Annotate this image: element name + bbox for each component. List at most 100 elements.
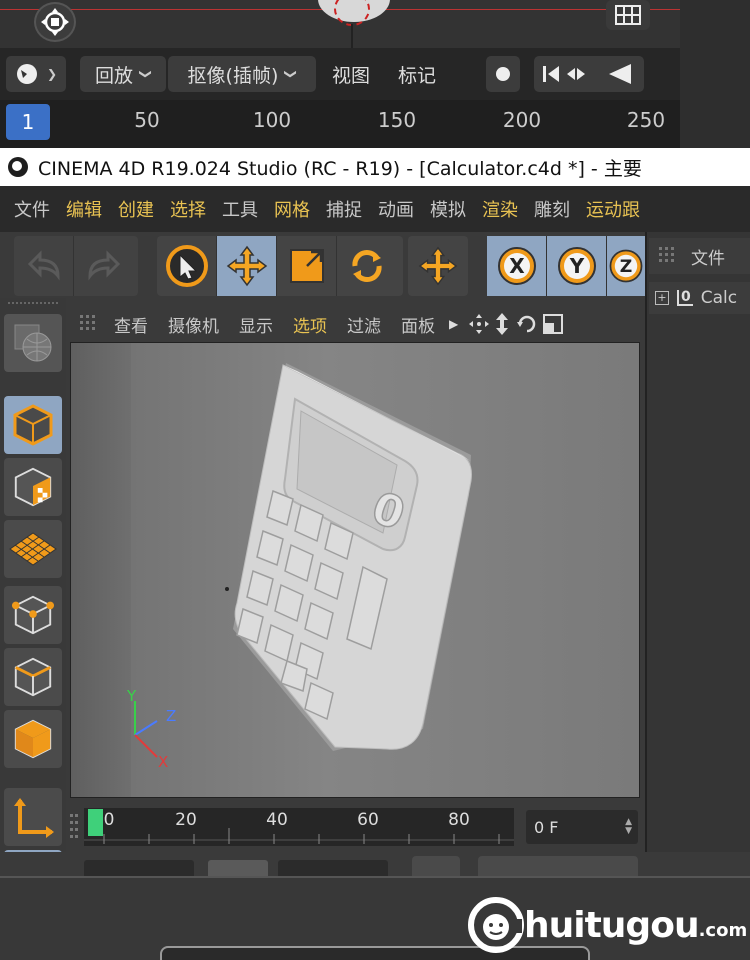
polygons-cube-icon bbox=[14, 719, 52, 759]
z-axis-icon: Z bbox=[609, 249, 643, 283]
chevron-down-icon: ❯ bbox=[139, 68, 153, 80]
keying-menu[interactable]: 抠像(插帧) ❯ bbox=[168, 56, 316, 92]
undo-icon bbox=[27, 250, 60, 281]
texture-mode-button[interactable] bbox=[4, 458, 62, 516]
calculator-model[interactable]: 0 Y Z X bbox=[71, 343, 640, 798]
navigation-gizmo-icon[interactable] bbox=[34, 2, 76, 42]
prev-key-icon bbox=[567, 68, 586, 80]
markers-menu[interactable]: 标记 bbox=[398, 61, 436, 88]
menu-snap[interactable]: 捕捉 bbox=[326, 196, 362, 222]
selection-cursor-icon bbox=[165, 245, 208, 287]
menu-animate[interactable]: 动画 bbox=[378, 196, 414, 222]
edges-mode-button[interactable] bbox=[4, 648, 62, 706]
viewport-menu-panel[interactable]: 面板 bbox=[401, 312, 435, 337]
object-name[interactable]: Calc bbox=[701, 288, 737, 308]
end-frame-field[interactable] bbox=[278, 860, 388, 876]
3d-viewport[interactable]: 0 Y Z X bbox=[70, 342, 640, 798]
axis-y-label: Y bbox=[126, 687, 137, 705]
range-slider[interactable] bbox=[208, 860, 268, 876]
stepper-arrows-icon[interactable]: ▲ ▼ bbox=[625, 818, 632, 836]
viewport-zoom-icon[interactable] bbox=[492, 312, 512, 336]
bottom-controls-strip bbox=[0, 852, 750, 876]
view-mode-dropdown[interactable]: ❯ bbox=[6, 56, 66, 92]
viewport-move-icon[interactable] bbox=[468, 313, 490, 335]
redo-button[interactable] bbox=[74, 236, 134, 296]
scale-tool-button[interactable] bbox=[277, 236, 337, 296]
start-frame-field[interactable] bbox=[84, 860, 194, 876]
more-arrow-icon[interactable]: ▶ bbox=[449, 317, 458, 331]
menu-create[interactable]: 创建 bbox=[118, 196, 154, 222]
viewport-menu-display[interactable]: 显示 bbox=[239, 312, 273, 337]
move-icon bbox=[226, 245, 267, 287]
menu-render[interactable]: 渲染 bbox=[482, 196, 518, 222]
select-tool-button[interactable] bbox=[157, 236, 217, 296]
watermark-suffix: .com bbox=[698, 919, 748, 941]
left-tool-palette bbox=[0, 298, 66, 876]
ruler-tick-label: 250 bbox=[626, 108, 666, 132]
axis-mode-button[interactable] bbox=[4, 788, 62, 846]
x-axis-lock-button[interactable]: X bbox=[487, 236, 547, 296]
workplane-grid-icon bbox=[9, 532, 57, 566]
axis-z-label: Z bbox=[166, 707, 176, 725]
make-editable-button[interactable] bbox=[4, 314, 62, 372]
menu-motion-tracker[interactable]: 运动跟 bbox=[586, 196, 640, 222]
goto-start-button[interactable] bbox=[412, 856, 460, 876]
current-frame-marker[interactable]: 1 bbox=[6, 104, 50, 140]
points-mode-button[interactable] bbox=[4, 586, 62, 644]
clock-icon bbox=[16, 64, 37, 84]
object-manager-panel bbox=[645, 232, 750, 876]
menu-sculpt[interactable]: 雕刻 bbox=[534, 196, 570, 222]
keying-menu-label: 抠像(插帧) bbox=[187, 64, 279, 87]
viewport-menu-options[interactable]: 选项 bbox=[293, 312, 327, 337]
viewport-menu-filter[interactable]: 过滤 bbox=[347, 312, 381, 337]
ruler-tick-label: 200 bbox=[502, 108, 542, 132]
menu-select[interactable]: 选择 bbox=[170, 196, 206, 222]
globe-cube-icon bbox=[14, 324, 52, 362]
z-axis-lock-button[interactable]: Z bbox=[607, 236, 645, 296]
viewport-maximize-icon[interactable] bbox=[542, 313, 564, 335]
workplane-mode-button[interactable] bbox=[4, 520, 62, 578]
move-tool-button[interactable] bbox=[217, 236, 277, 296]
svg-text:X: X bbox=[509, 254, 525, 278]
object-manager-header: 文件 bbox=[649, 238, 750, 274]
object-row[interactable]: + 0 Calc bbox=[649, 282, 750, 314]
chevron-down-icon: ❯ bbox=[46, 67, 58, 81]
menu-tools[interactable]: 工具 bbox=[222, 196, 258, 222]
viewport-rotate-icon[interactable] bbox=[516, 313, 538, 335]
y-axis-lock-button[interactable]: Y bbox=[547, 236, 607, 296]
playback-toolbar: ❯ 回放 ❯ 抠像(插帧) ❯ 视图 标记 bbox=[0, 50, 680, 98]
object-manager-file-menu[interactable]: 文件 bbox=[691, 244, 725, 269]
viewport-menu-view[interactable]: 查看 bbox=[114, 312, 148, 337]
rotate-tool-button[interactable] bbox=[337, 236, 397, 296]
axis-x-label: X bbox=[158, 753, 168, 771]
viewport-menu-cameras[interactable]: 摄像机 bbox=[168, 312, 219, 337]
panel-grip-icon bbox=[80, 315, 95, 330]
frame-field-value: 0 F bbox=[534, 817, 559, 837]
timeline-tick-label: 20 bbox=[175, 810, 197, 830]
texture-cube-icon bbox=[14, 467, 52, 507]
menu-edit[interactable]: 编辑 bbox=[66, 196, 102, 222]
watermark-brand: huitugou bbox=[524, 904, 700, 946]
expand-icon[interactable]: + bbox=[655, 291, 669, 305]
chevron-down-icon: ❯ bbox=[284, 68, 299, 80]
grid-icon[interactable] bbox=[606, 0, 650, 30]
main-menubar: 文件 编辑 创建 选择 工具 网格 捕捉 动画 模拟 渲染 雕刻 运动跟 bbox=[0, 186, 750, 232]
model-mode-button[interactable] bbox=[4, 396, 62, 454]
view-menu[interactable]: 视图 bbox=[332, 61, 370, 88]
timeline-current-frame-marker[interactable] bbox=[88, 809, 103, 836]
timeline-grip-icon bbox=[70, 814, 78, 838]
polygons-mode-button[interactable] bbox=[4, 710, 62, 768]
menu-simulate[interactable]: 模拟 bbox=[430, 196, 466, 222]
playback-menu[interactable]: 回放 ❯ bbox=[80, 56, 166, 92]
record-button[interactable] bbox=[486, 56, 521, 92]
play-backward-icon bbox=[609, 64, 632, 84]
menu-mesh[interactable]: 网格 bbox=[274, 196, 310, 222]
coordinate-system-button[interactable] bbox=[408, 236, 468, 296]
transport-buttons[interactable] bbox=[478, 856, 638, 876]
menu-file[interactable]: 文件 bbox=[14, 196, 50, 222]
y-axis-icon: Y bbox=[557, 247, 596, 285]
frame-field[interactable]: 0 F ▲ ▼ bbox=[526, 810, 638, 844]
window-titlebar: CINEMA 4D R19.024 Studio (RC - R19) - [C… bbox=[0, 148, 750, 186]
top-timeline-ruler[interactable] bbox=[0, 100, 680, 148]
undo-button[interactable] bbox=[14, 236, 74, 296]
